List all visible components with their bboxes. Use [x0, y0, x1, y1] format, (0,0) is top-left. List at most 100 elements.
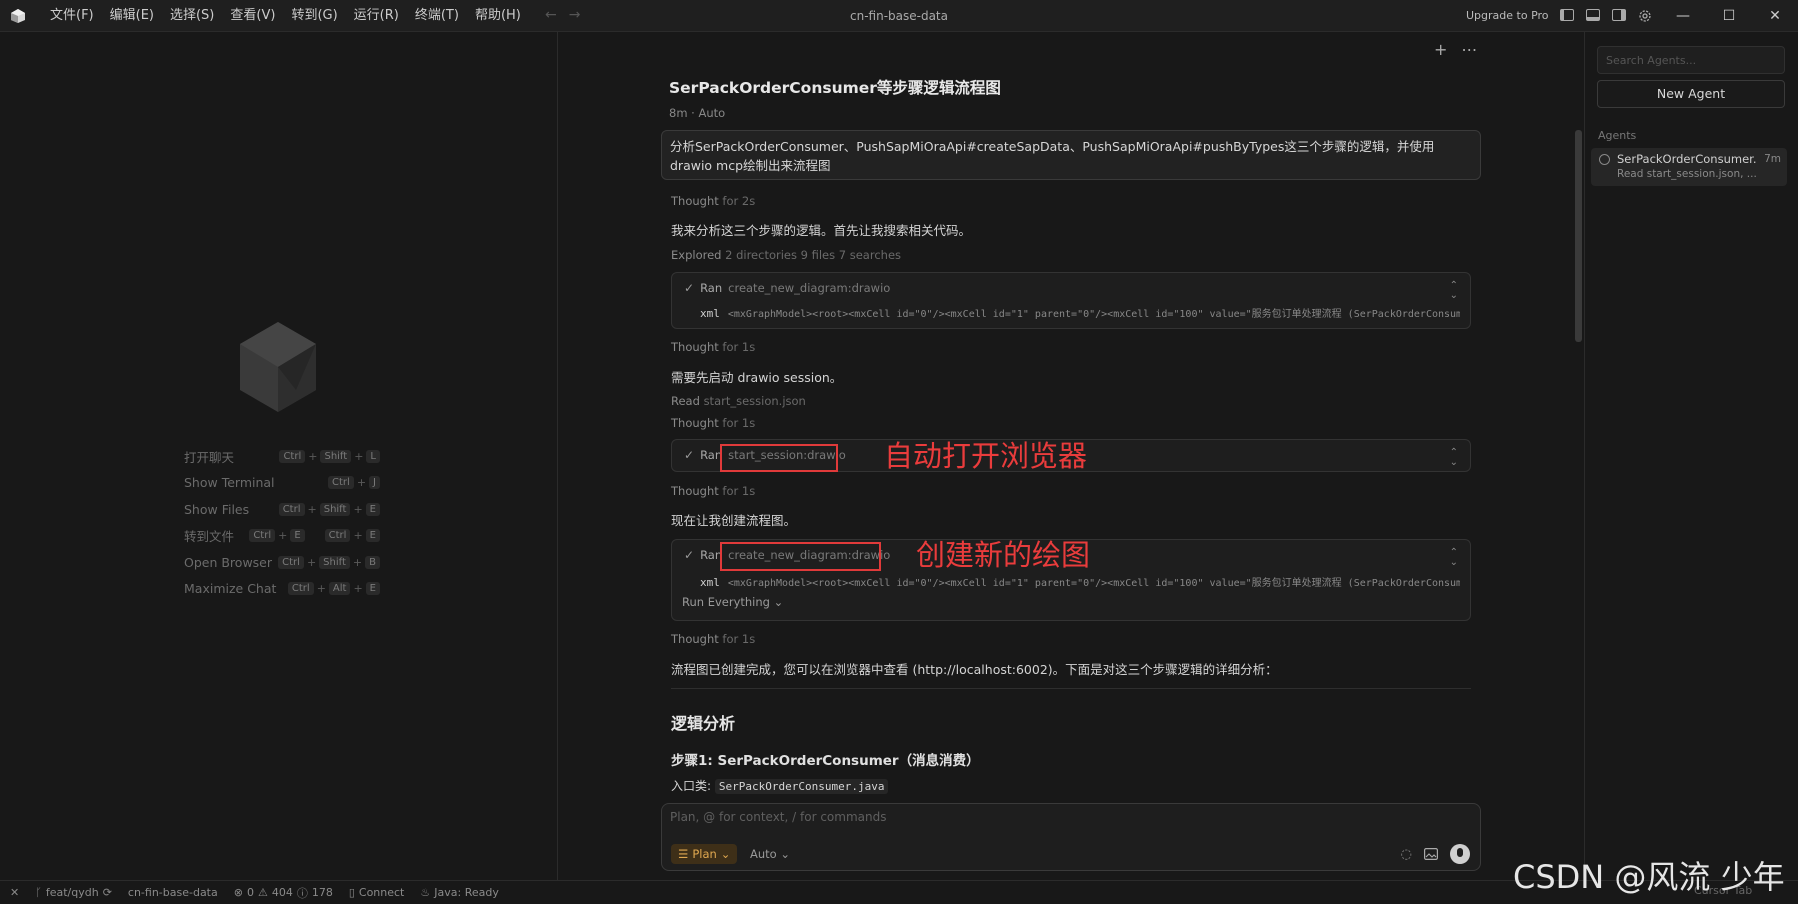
heading-step1: 步骤1: SerPackOrderConsumer（消息消费） [671, 753, 980, 769]
thought-indicator[interactable]: Thought for 1s [671, 484, 755, 498]
expand-collapse-icon[interactable]: ⌃ ⌄ [1450, 448, 1458, 468]
tool-name: create_new_diagram:drawio [728, 281, 891, 295]
key: Ctrl [249, 529, 276, 543]
new-agent-button[interactable]: New Agent [1597, 80, 1785, 108]
divider [671, 688, 1471, 689]
model-selector[interactable]: Auto ⌄ [750, 847, 790, 861]
assistant-text: 现在让我创建流程图。 [671, 513, 797, 528]
thought-indicator[interactable]: Thought for 1s [671, 340, 755, 354]
close-window-button[interactable]: ✕ [1752, 0, 1798, 32]
agent-list-item[interactable]: SerPackOrderConsumer... 7m Read start_se… [1591, 148, 1787, 186]
key: E [365, 582, 380, 596]
run-everything-label: Run Everything [682, 595, 770, 609]
chevron-down-icon: ⌄ [780, 847, 790, 861]
tool-call-header: ✓ Ran create_new_diagram:drawio [684, 281, 890, 295]
chat-scrollbar[interactable] [1575, 130, 1582, 342]
menu-file[interactable]: 文件(F) [42, 0, 102, 32]
shortcut-list: 打开聊天 Ctrl + Shift + L Show Terminal Ctrl + … [184, 443, 380, 602]
read-indicator[interactable]: Read start_session.json [671, 394, 806, 408]
loading-spinner-icon: ◌ [1400, 846, 1412, 862]
shortcut-show-files[interactable]: Show Files Ctrl + Shift + E [184, 496, 380, 523]
forward-arrow-icon[interactable]: → [569, 7, 593, 23]
chat-actions: + ⋯ [1434, 40, 1477, 59]
toggle-primary-sidebar-icon[interactable] [1560, 9, 1574, 21]
warning-count: 404 [271, 886, 293, 899]
search-agents-input[interactable] [1597, 46, 1785, 74]
entry-code: SerPackOrderConsumer.java [714, 779, 889, 794]
cursor-logo-icon [11, 9, 25, 23]
thought-time: for 1s [722, 484, 756, 498]
tool-ran-label: Ran [700, 448, 723, 462]
xml-label: xml [700, 576, 720, 589]
shortcut-open-browser[interactable]: Open Browser Ctrl + Shift + B [184, 549, 380, 576]
explored-indicator[interactable]: Explored 2 directories 9 files 7 searche… [671, 248, 901, 262]
project-name[interactable]: cn-fin-base-data [128, 886, 218, 899]
java-status[interactable]: ♨ Java: Ready [420, 886, 498, 899]
menu-go[interactable]: 转到(G) [283, 0, 345, 32]
image-attach-icon[interactable] [1424, 848, 1438, 860]
more-options-icon[interactable]: ⋯ [1461, 40, 1477, 59]
xml-label: xml [700, 307, 720, 320]
menu-edit[interactable]: 编辑(E) [102, 0, 162, 32]
thought-indicator[interactable]: Thought for 2s [671, 194, 755, 208]
menu-help[interactable]: 帮助(H) [467, 0, 529, 32]
shortcut-open-chat[interactable]: 打开聊天 Ctrl + Shift + L [184, 443, 380, 470]
explored-label: Explored [671, 248, 722, 262]
check-icon: ✓ [684, 548, 695, 562]
settings-gear-icon[interactable] [1638, 9, 1652, 23]
key: Ctrl [278, 555, 304, 569]
heading-logic-analysis: 逻辑分析 [671, 714, 736, 733]
thought-label: Thought [671, 194, 719, 208]
read-label: Read [671, 394, 700, 408]
back-arrow-icon[interactable]: ← [545, 7, 569, 23]
toggle-panel-icon[interactable] [1586, 9, 1600, 21]
mode-label: Plan [692, 847, 717, 861]
shortcut-maximize-chat[interactable]: Maximize Chat Ctrl + Alt + E [184, 576, 380, 603]
shortcut-keys: Ctrl + J [328, 476, 380, 490]
voice-input-icon[interactable] [1450, 844, 1470, 864]
menu-run[interactable]: 运行(R) [346, 0, 407, 32]
agent-name: SerPackOrderConsumer... [1617, 152, 1757, 166]
thought-label: Thought [671, 416, 719, 430]
assistant-text: 需要先启动 drawio session。 [671, 370, 843, 385]
key: E [290, 529, 305, 543]
menu-view[interactable]: 查看(V) [222, 0, 283, 32]
new-chat-plus-icon[interactable]: + [1434, 40, 1447, 59]
upgrade-to-pro-link[interactable]: Upgrade to Pro [1466, 0, 1549, 32]
connect-indicator[interactable]: ▯ Connect [349, 886, 405, 899]
branch-name: feat/qydh [45, 886, 99, 899]
sync-icon: ⟳ [102, 886, 112, 899]
thought-indicator[interactable]: Thought for 1s [671, 632, 755, 646]
xml-value: <mxGraphModel><root><mxCell id="0"/><mxC… [727, 578, 1460, 589]
expand-collapse-icon[interactable]: ⌃ ⌄ [1450, 548, 1458, 568]
shortcut-go-to-file[interactable]: 转到文件 Ctrl + E Ctrl + E [184, 523, 380, 550]
maximize-button[interactable]: ☐ [1706, 0, 1752, 32]
agent-subtitle: Read start_session.json, ... [1617, 168, 1757, 180]
tool-ran-label: Ran [700, 548, 723, 562]
minimize-button[interactable]: — [1660, 0, 1706, 32]
chat-composer: ☰ Plan ⌄ Auto ⌄ ◌ [661, 803, 1481, 871]
remote-icon[interactable]: ✕ [10, 886, 19, 899]
toggle-secondary-sidebar-icon[interactable] [1612, 9, 1626, 21]
nav-arrows: ←→ [545, 7, 592, 23]
shortcut-label: Show Files [184, 501, 250, 517]
branch-indicator[interactable]: ᚴ feat/qydh ⟳ [35, 886, 112, 899]
explored-detail: 2 directories 9 files 7 searches [725, 248, 902, 262]
run-everything-dropdown[interactable]: Run Everything ⌄ [682, 595, 783, 609]
tool-call-card[interactable]: ✓ Ran create_new_diagram:drawio ⌃ ⌄ xml <m… [671, 272, 1471, 329]
thought-indicator[interactable]: Thought for 1s [671, 416, 755, 430]
list-icon: ☰ [678, 847, 689, 861]
user-message[interactable]: 分析SerPackOrderConsumer、PushSapMiOraApi#c… [661, 130, 1481, 180]
problems-indicator[interactable]: ⊗ 0 ⚠ 404 ⓘ 178 [234, 885, 333, 901]
annotation-highlight-box [720, 542, 881, 571]
shortcut-keys: Ctrl + Shift + B [278, 555, 380, 569]
chat-input[interactable] [670, 810, 1450, 824]
plug-icon: ▯ [348, 886, 355, 899]
shortcut-show-terminal[interactable]: Show Terminal Ctrl + J [184, 470, 380, 497]
shortcut-keys: Ctrl + Shift + L [279, 449, 380, 463]
menu-terminal[interactable]: 终端(T) [407, 0, 467, 32]
menu-selection[interactable]: 选择(S) [162, 0, 222, 32]
shortcut-label: Open Browser [184, 554, 273, 570]
mode-selector-plan[interactable]: ☰ Plan ⌄ [671, 844, 738, 864]
expand-collapse-icon[interactable]: ⌃ ⌄ [1450, 281, 1458, 301]
